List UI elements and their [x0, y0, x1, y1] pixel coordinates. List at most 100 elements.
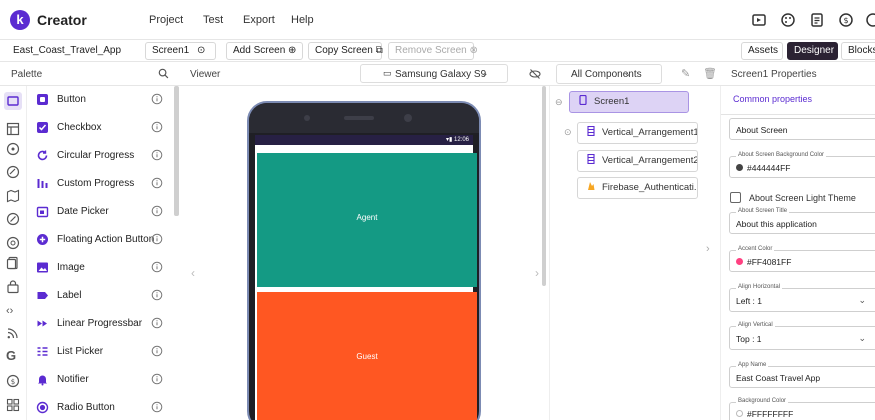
- preview-icon[interactable]: [751, 12, 767, 28]
- tree-node-screen1[interactable]: Screen1: [569, 91, 689, 113]
- palette-scrollbar[interactable]: [174, 86, 179, 216]
- info-icon[interactable]: [151, 373, 163, 385]
- account-icon[interactable]: [865, 12, 875, 28]
- palette-item-button[interactable]: Button: [27, 90, 173, 110]
- tab-divider: [721, 114, 875, 115]
- phone-status-bar: ▾▮ 12:06: [255, 135, 473, 145]
- field-value: Left : 1: [736, 296, 762, 306]
- palette-item-label[interactable]: Label: [27, 286, 173, 306]
- info-icon[interactable]: [151, 233, 163, 245]
- info-icon[interactable]: [151, 93, 163, 105]
- properties-tab-common[interactable]: Common properties: [733, 94, 812, 104]
- tree-node-firebase-authentication[interactable]: Firebase_Authenticati...: [577, 177, 698, 199]
- info-icon[interactable]: [151, 205, 163, 217]
- menu-test[interactable]: Test: [203, 14, 223, 26]
- align-vertical-select[interactable]: Align Vertical Top : 1 ⌄: [729, 322, 875, 350]
- components-filter[interactable]: All Components ⌄: [556, 64, 662, 84]
- menu-project[interactable]: Project: [149, 14, 183, 26]
- palette-item-list-picker[interactable]: List Picker: [27, 342, 173, 362]
- vertical-arrangement-1[interactable]: Agent: [257, 153, 477, 287]
- field-label: Background Color: [736, 398, 789, 404]
- app-name: Creator: [37, 12, 87, 28]
- code-category-icon[interactable]: ‹›: [6, 304, 20, 318]
- viewer-scrollbar[interactable]: [542, 86, 546, 286]
- tree-node-vertical-arrangement1[interactable]: Vertical_Arrangement1: [577, 122, 698, 144]
- google-category-icon[interactable]: G: [6, 349, 20, 363]
- connectivity-category-icon[interactable]: [6, 280, 20, 294]
- vertical-arrangement-2[interactable]: Guest: [257, 292, 477, 420]
- palette-item-radio-button[interactable]: Radio Button: [27, 398, 173, 418]
- copy-screen-button[interactable]: Copy Screen ⧉: [308, 42, 383, 60]
- monetization-category-icon[interactable]: $: [6, 374, 20, 388]
- palette-item-checkbox[interactable]: Checkbox: [27, 118, 173, 138]
- device-label: Samsung Galaxy S9: [395, 69, 487, 80]
- svg-text:$: $: [843, 16, 848, 25]
- collapse-toggle-icon[interactable]: ⊖: [555, 97, 563, 108]
- screen-selector[interactable]: Screen1 ⊙: [145, 42, 216, 60]
- about-screen-bg-color-field[interactable]: About Screen Background Color #444444FF: [729, 152, 875, 178]
- tree-node-vertical-arrangement2[interactable]: Vertical_Arrangement2: [577, 150, 698, 172]
- app-name-field[interactable]: App Name East Coast Travel App: [729, 362, 875, 388]
- info-icon[interactable]: [151, 401, 163, 413]
- info-icon[interactable]: [151, 317, 163, 329]
- project-name[interactable]: East_Coast_Travel_App: [13, 45, 121, 56]
- palette-item-floating-action-button[interactable]: Floating Action Button: [27, 230, 173, 250]
- drawing-category-icon[interactable]: [6, 165, 20, 179]
- chevron-left-icon[interactable]: ‹: [184, 264, 202, 282]
- user-interface-category-icon[interactable]: [4, 92, 22, 110]
- menu-export[interactable]: Export: [243, 14, 275, 26]
- info-icon[interactable]: [151, 149, 163, 161]
- circular-progress-icon: [36, 149, 49, 162]
- chevron-right-icon[interactable]: ›: [706, 243, 710, 255]
- palette-item-notifier[interactable]: Notifier: [27, 370, 173, 390]
- device-selector[interactable]: ▭ Samsung Galaxy S9 ⌄: [360, 64, 508, 83]
- light-theme-label: About Screen Light Theme: [749, 193, 856, 203]
- accent-color-field[interactable]: Accent Color #FF4081FF: [729, 246, 875, 272]
- remove-screen-label: Remove Screen: [395, 45, 467, 56]
- extensions-category-icon[interactable]: [6, 398, 20, 412]
- field-label: Align Horizontal: [736, 284, 783, 290]
- app-logo[interactable]: k: [10, 10, 30, 30]
- maps-category-icon[interactable]: [6, 189, 20, 203]
- sensors-category-icon[interactable]: [6, 212, 20, 226]
- menu-help[interactable]: Help: [291, 14, 314, 26]
- assets-button[interactable]: Assets: [741, 42, 783, 60]
- designer-button[interactable]: Designer: [787, 42, 838, 60]
- color-swatch: [736, 258, 743, 265]
- vertical-arrangement-icon: [586, 126, 596, 136]
- list-picker-icon: [36, 345, 49, 358]
- info-icon[interactable]: [151, 177, 163, 189]
- properties-panel: Common properties About Screen About Scr…: [720, 86, 875, 420]
- palette-item-image[interactable]: Image: [27, 258, 173, 278]
- about-screen-field[interactable]: About Screen: [729, 118, 875, 140]
- info-icon[interactable]: [151, 345, 163, 357]
- plus-circle-icon: ⊕: [288, 45, 297, 56]
- feed-category-icon[interactable]: [6, 326, 20, 340]
- palette-theme-icon[interactable]: [780, 12, 796, 28]
- info-icon[interactable]: [151, 261, 163, 273]
- media-category-icon[interactable]: [6, 142, 20, 156]
- collapse-toggle-icon[interactable]: ⊙: [564, 127, 572, 138]
- info-icon[interactable]: [151, 289, 163, 301]
- layout-category-icon[interactable]: [6, 122, 20, 136]
- align-horizontal-select[interactable]: Align Horizontal Left : 1 ⌄: [729, 284, 875, 312]
- remove-screen-button[interactable]: Remove Screen ⊗: [388, 42, 478, 60]
- rename-pencil-icon[interactable]: ✎: [681, 67, 690, 80]
- palette-item-date-picker[interactable]: Date Picker: [27, 202, 173, 222]
- delete-trash-icon[interactable]: 🗑: [703, 67, 717, 80]
- storage-category-icon[interactable]: [6, 256, 20, 270]
- hide-eye-icon[interactable]: [529, 68, 541, 80]
- blocks-button[interactable]: Blocks: [841, 42, 875, 60]
- background-color-field[interactable]: Background Color #FFFFFFFF: [729, 398, 875, 420]
- search-icon[interactable]: [158, 68, 169, 79]
- add-screen-button[interactable]: Add Screen ⊕: [226, 42, 303, 60]
- palette-item-circular-progress[interactable]: Circular Progress: [27, 146, 173, 166]
- palette-item-linear-progressbar[interactable]: Linear Progressbar: [27, 314, 173, 334]
- billing-icon[interactable]: $: [838, 12, 854, 28]
- info-icon[interactable]: [151, 121, 163, 133]
- palette-item-custom-progress[interactable]: Custom Progress: [27, 174, 173, 194]
- light-theme-checkbox[interactable]: [730, 192, 741, 203]
- social-category-icon[interactable]: [6, 236, 20, 250]
- about-screen-title-field[interactable]: About Screen Title About this applicatio…: [729, 208, 875, 234]
- document-icon[interactable]: [809, 12, 825, 28]
